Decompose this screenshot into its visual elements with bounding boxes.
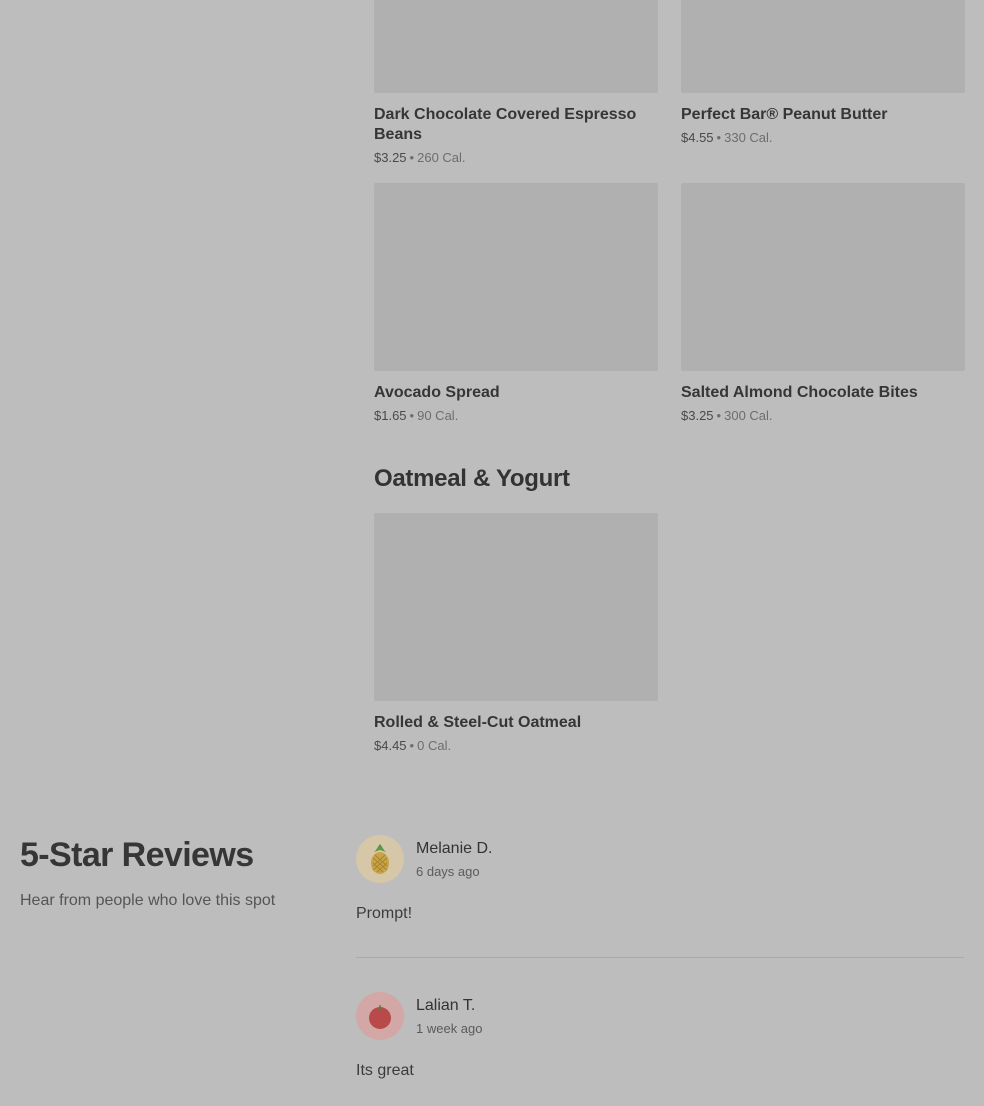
menu-item-image bbox=[374, 183, 658, 371]
review-text: Its great bbox=[356, 1062, 414, 1079]
avatar bbox=[356, 992, 404, 1040]
menu-item-calories: 300 Cal. bbox=[724, 408, 773, 423]
menu-item-image bbox=[681, 0, 965, 93]
reviews-subtitle: Hear from people who love this spot bbox=[20, 892, 276, 909]
menu-item-calories: 90 Cal. bbox=[417, 408, 459, 423]
review-card: Melanie D. 6 days ago Prompt! bbox=[356, 835, 964, 958]
avatar bbox=[356, 835, 404, 883]
divider bbox=[356, 957, 964, 958]
menu-item-calories: 330 Cal. bbox=[724, 130, 773, 145]
review-text: Prompt! bbox=[356, 905, 413, 922]
menu-item-meta: $3.25 • 300 Cal. bbox=[681, 407, 965, 424]
menu-item-calories: 260 Cal. bbox=[417, 150, 466, 165]
menu-item-card[interactable]: Avocado Spread $1.65 • 90 Cal. bbox=[374, 183, 658, 424]
menu-item-price: $3.25 bbox=[374, 150, 407, 165]
menu-item-name: Avocado Spread bbox=[374, 384, 500, 401]
menu-item-meta: $1.65 • 90 Cal. bbox=[374, 407, 658, 424]
separator: • bbox=[716, 408, 722, 423]
separator: • bbox=[409, 408, 415, 423]
pineapple-icon bbox=[371, 844, 389, 874]
menu-item-card[interactable]: Salted Almond Chocolate Bites $3.25 • 300 … bbox=[681, 183, 965, 424]
menu-item-meta: $4.45 • 0 Cal. bbox=[374, 737, 658, 754]
reviews-title: 5-Star Reviews bbox=[20, 836, 254, 874]
review-time: 1 week ago bbox=[416, 1020, 483, 1036]
menu-item-calories: 0 Cal. bbox=[417, 738, 452, 753]
menu-item-image bbox=[374, 0, 658, 93]
menu-item-meta: $4.55 • 330 Cal. bbox=[681, 129, 965, 146]
review-time: 6 days ago bbox=[416, 863, 480, 879]
tomato-icon bbox=[369, 1005, 391, 1029]
menu-item-price: $1.65 bbox=[374, 408, 407, 423]
separator: • bbox=[716, 130, 722, 145]
menu-item-card[interactable]: Rolled & Steel-Cut Oatmeal $4.45 • 0 Cal. bbox=[374, 513, 658, 754]
menu-item-image bbox=[681, 183, 965, 371]
menu-item-image bbox=[374, 513, 658, 701]
menu-item-price: $3.25 bbox=[681, 408, 714, 423]
menu-item-price: $4.45 bbox=[374, 738, 407, 753]
separator: • bbox=[409, 150, 415, 165]
menu-item-card[interactable]: Perfect Bar® Peanut Butter $4.55 • 330 Cal… bbox=[681, 0, 965, 146]
menu-item-card[interactable]: Dark Chocolate Covered Espresso Beans $3… bbox=[374, 0, 658, 166]
menu-item-name: Salted Almond Chocolate Bites bbox=[681, 384, 918, 401]
separator: • bbox=[409, 738, 415, 753]
menu-item-name: Rolled & Steel-Cut Oatmeal bbox=[374, 714, 582, 731]
section-title: Oatmeal & Yogurt bbox=[374, 465, 570, 492]
reviewer-name: Lalian T. bbox=[416, 996, 476, 1014]
menu-item-price: $4.55 bbox=[681, 130, 714, 145]
review-card: Lalian T. 1 week ago Its great bbox=[356, 992, 964, 1080]
menu-item-name: Perfect Bar® Peanut Butter bbox=[681, 106, 888, 123]
menu-item-meta: $3.25 • 260 Cal. bbox=[374, 149, 658, 166]
menu-item-name: Dark Chocolate Covered Espresso Beans bbox=[374, 106, 637, 143]
reviewer-name: Melanie D. bbox=[416, 839, 493, 857]
